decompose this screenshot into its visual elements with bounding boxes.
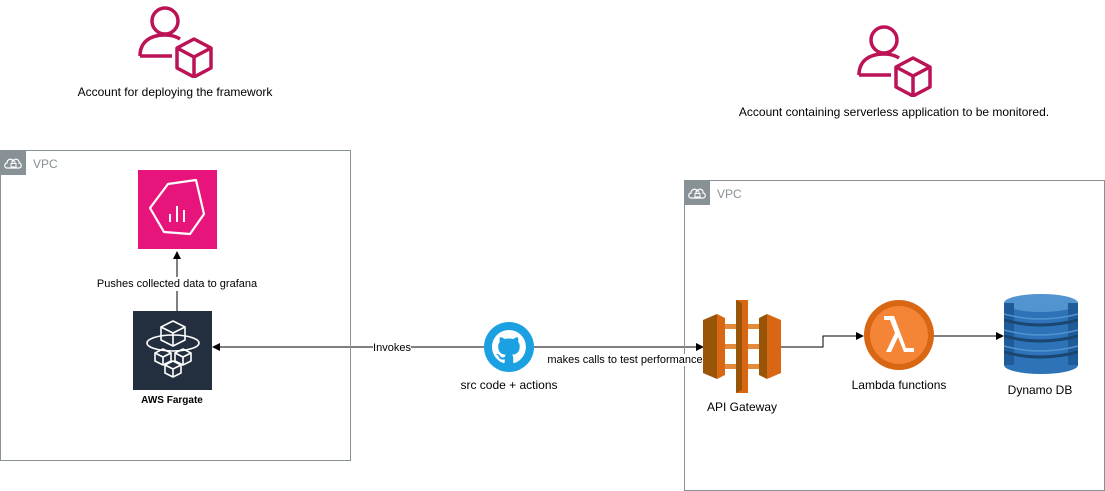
account-monitored-icon	[856, 21, 932, 98]
github-label: src code + actions	[460, 378, 558, 392]
edge-label-invokes: Invokes	[373, 342, 411, 354]
vpc-cloud-lock-icon	[685, 181, 710, 205]
github-node[interactable]	[484, 322, 534, 372]
edge-label-pushes: Pushes collected data to grafana	[96, 277, 258, 291]
github-icon	[484, 322, 534, 372]
api-gateway-icon	[703, 300, 781, 393]
grafana-icon	[148, 178, 206, 236]
fargate-node[interactable]	[133, 311, 212, 390]
account-deploy-icon	[137, 2, 213, 79]
lambda-node[interactable]	[864, 300, 934, 370]
account-monitored-label: Account containing serverless applicatio…	[738, 105, 1050, 119]
dynamodb-label: Dynamo DB	[1007, 383, 1073, 397]
dynamodb-icon	[1003, 294, 1079, 374]
account-deploy-label: Account for deploying the framework	[77, 85, 273, 99]
api-gateway-node[interactable]	[703, 300, 781, 393]
vpc-cloud-lock-icon	[1, 151, 26, 175]
grafana-node[interactable]	[138, 170, 217, 249]
dynamodb-node[interactable]	[1003, 294, 1079, 374]
lambda-icon	[864, 300, 934, 370]
vpc-right-label: VPC	[717, 187, 742, 201]
edge-label-makes-calls: makes calls to test performance	[547, 354, 703, 366]
vpc-left-label: VPC	[33, 157, 58, 171]
fargate-icon	[146, 320, 200, 378]
fargate-label: AWS Fargate	[141, 395, 203, 406]
lambda-label: Lambda functions	[851, 378, 947, 392]
api-gateway-label: API Gateway	[706, 400, 778, 414]
